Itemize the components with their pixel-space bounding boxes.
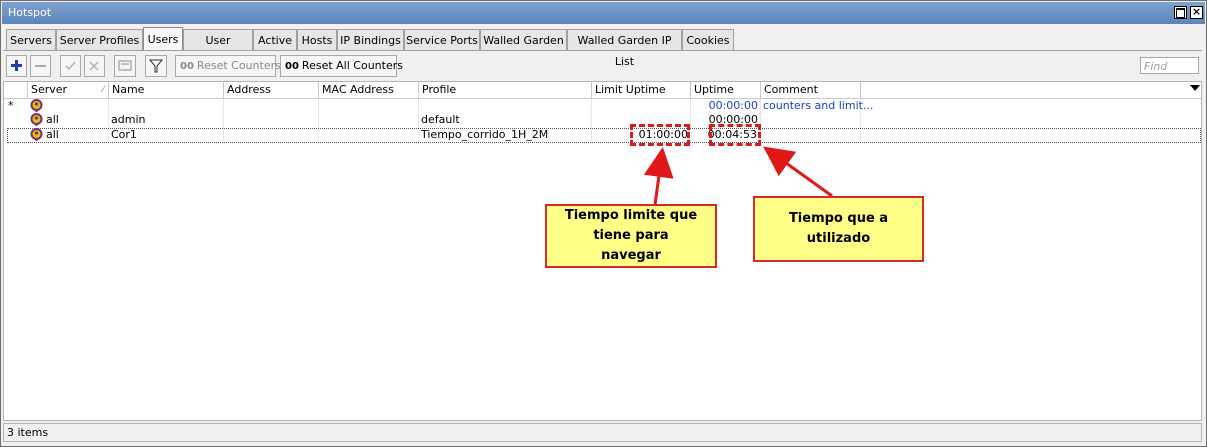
uptime-callout: Tiempo que a utilizado [753,196,924,262]
arrow-uptime [763,146,833,198]
arrow-limit [643,147,674,206]
limit-uptime-callout: Tiempo limite que tiene para navegar [545,204,717,268]
